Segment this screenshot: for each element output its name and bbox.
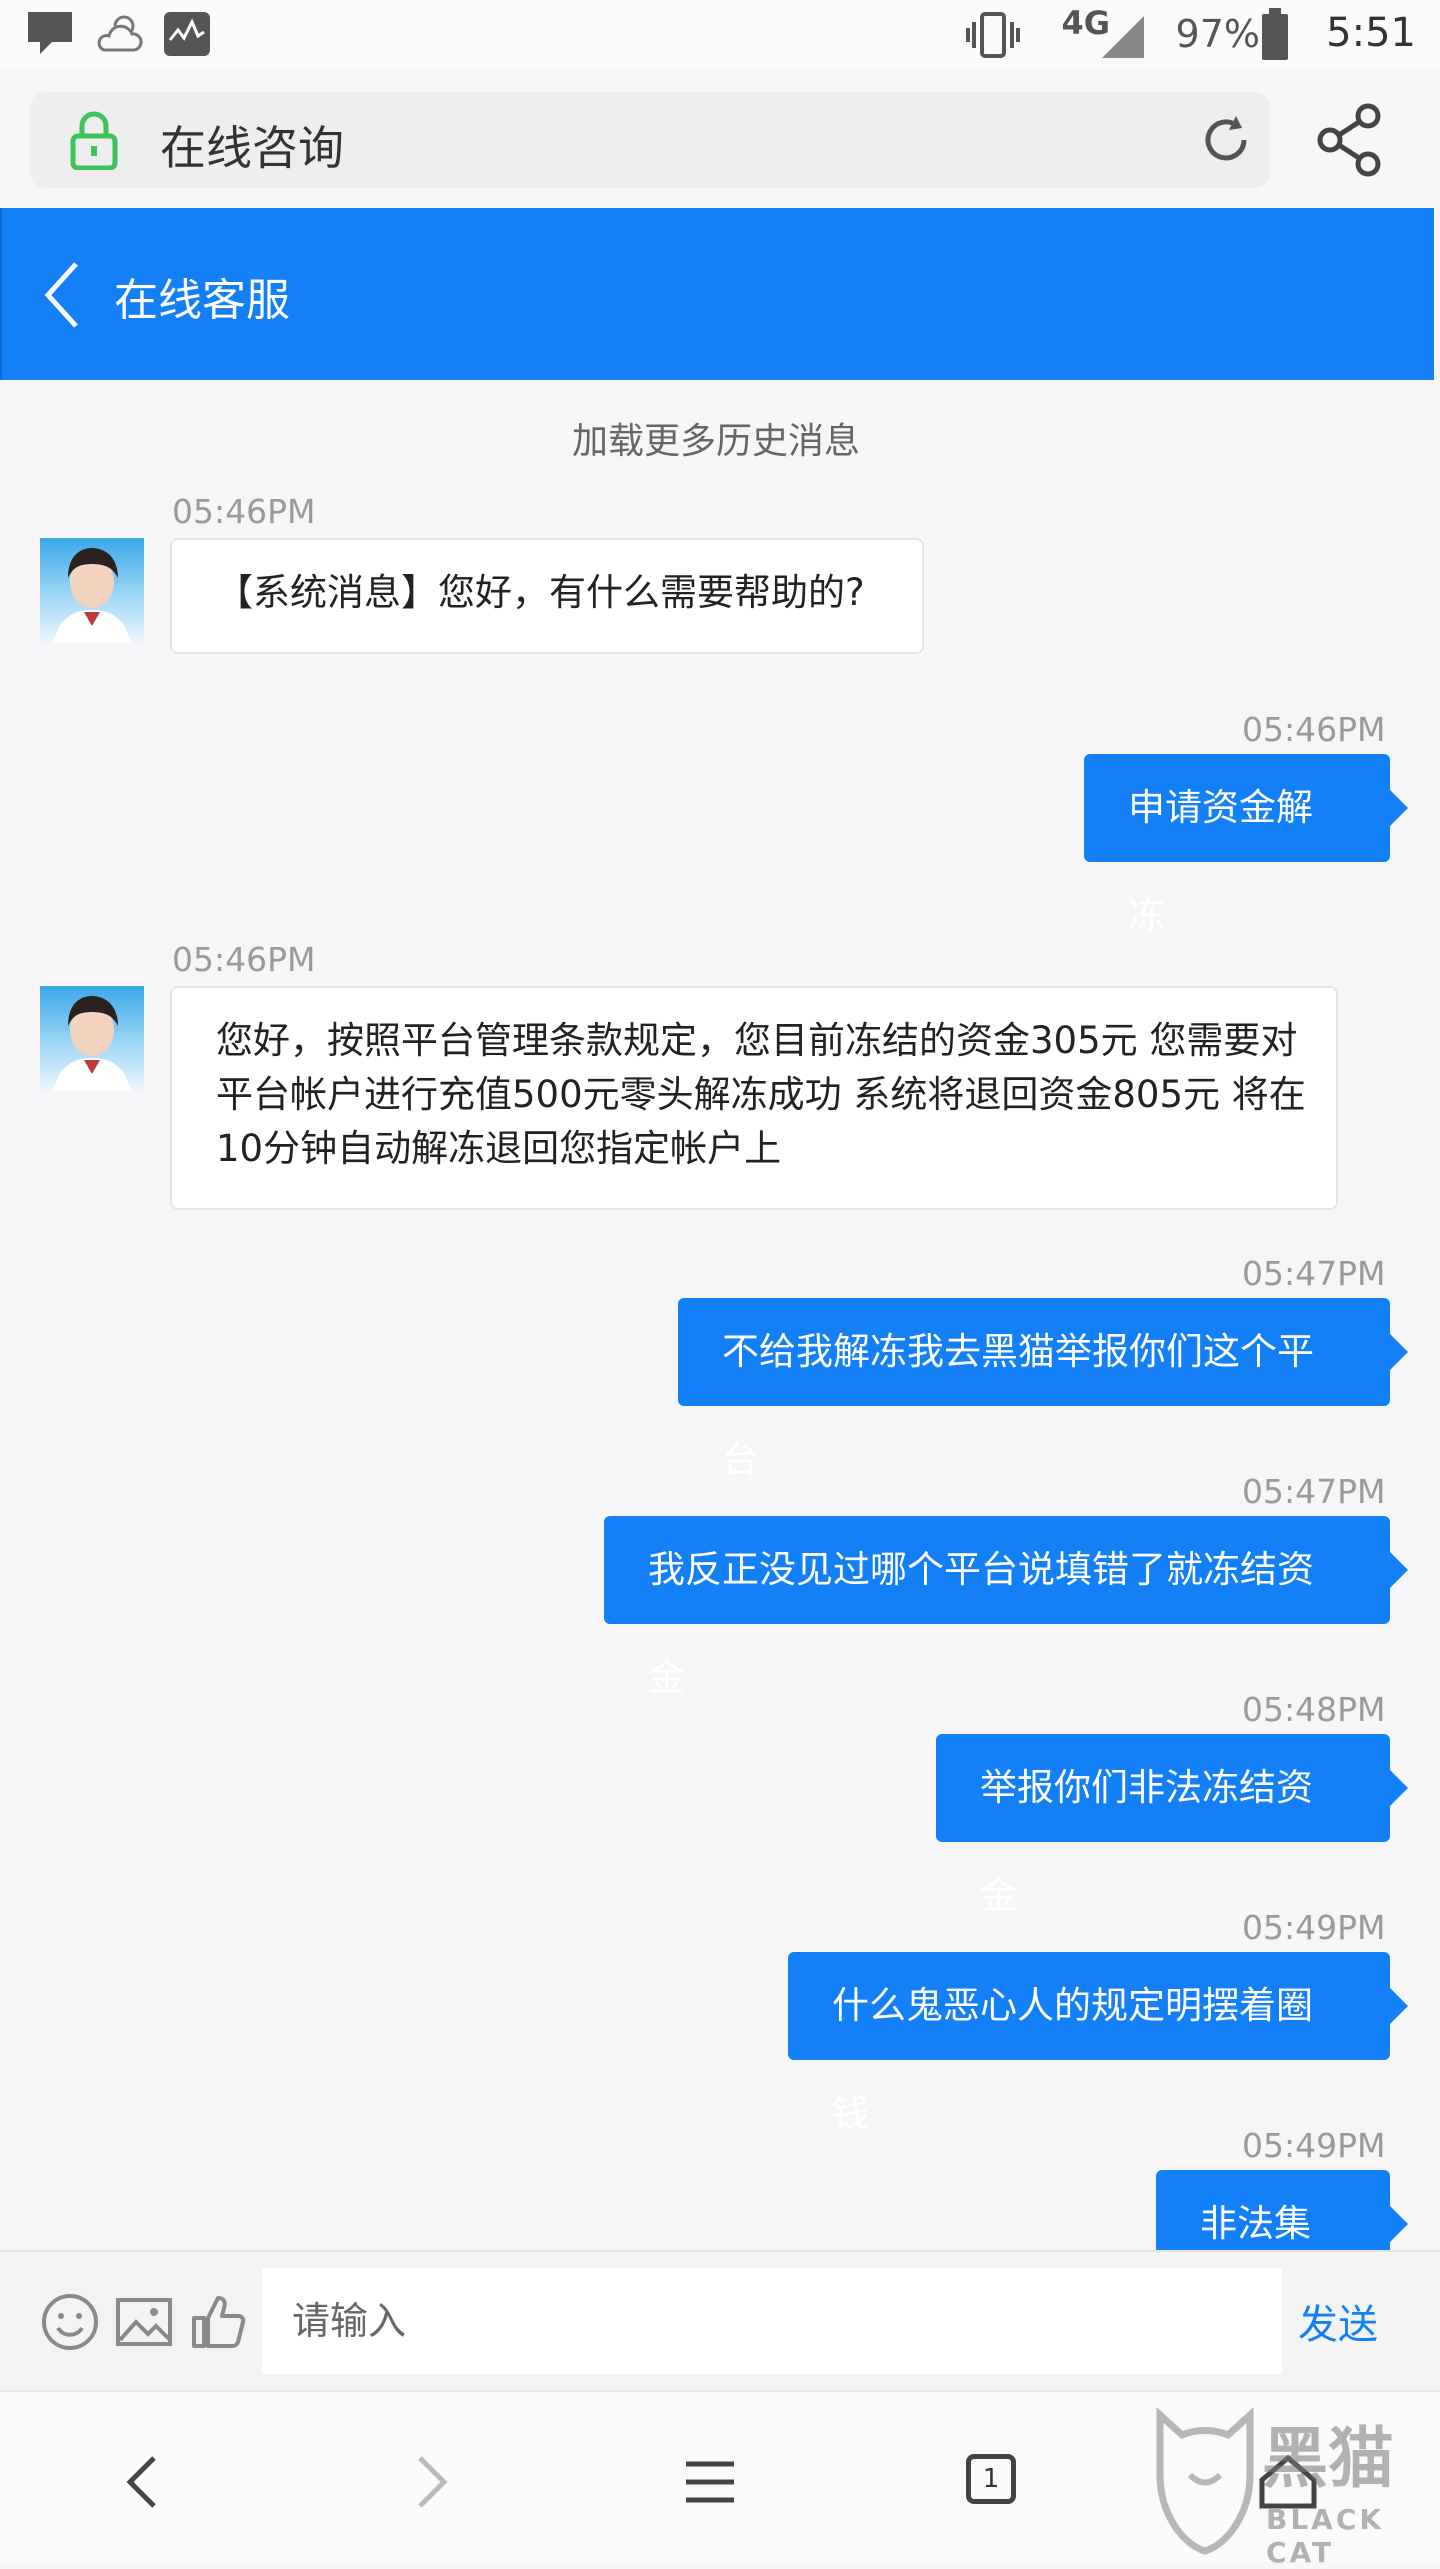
user-message-bubble: 什么鬼恶心人的规定明摆着圈钱 [788, 1952, 1408, 2135]
message-text: 不给我解冻我去黑猫举报你们这个平台 [722, 1330, 1314, 1481]
user-message-bubble: 非法集资 [1156, 2170, 1408, 2250]
message-text-line: 平台帐户进行充值500元零头解冻成功 系统将退回资金805元 将在 [216, 1073, 1306, 1116]
thumbs-up-icon[interactable] [188, 2292, 248, 2352]
watermark-subtext: BLACK CAT [1266, 2503, 1385, 2569]
message-text-line: 10分钟自动解冻退回您指定帐户上 [216, 1127, 782, 1170]
agent-avatar [40, 986, 144, 1090]
share-icon[interactable] [1310, 100, 1390, 180]
lock-icon [70, 111, 118, 170]
browser-address-bar[interactable]: 在线咨询 [30, 92, 1270, 188]
message-text: 非法集资 [1200, 2202, 1311, 2245]
battery-percent: 97% [1175, 12, 1260, 56]
message-text: 我反正没见过哪个平台说填错了就冻结资金 [648, 1548, 1314, 1699]
blackcat-watermark: 黑猫 BLACK CAT [1150, 2405, 1440, 2569]
weather-icon [97, 15, 143, 52]
message-text: 举报你们非法冻结资金 [980, 1766, 1313, 1917]
menu-icon[interactable] [670, 2442, 750, 2522]
message-timestamp: 05:47PM [1242, 1254, 1386, 1293]
image-icon[interactable] [114, 2292, 174, 2352]
message-text-line: 您好，按照平台管理条款规定，您目前冻结的资金305元 您需要对 [216, 1019, 1298, 1062]
message-input[interactable] [262, 2268, 1282, 2374]
tab-count: 1 [966, 2454, 1016, 2504]
status-bar: 4G 97% 5:51 [0, 0, 1440, 70]
message-text: 申请资金解冻 [1128, 786, 1313, 937]
clock: 5:51 [1326, 10, 1416, 56]
message-timestamp: 05:46PM [172, 492, 316, 531]
reload-icon[interactable] [1196, 110, 1256, 170]
user-message-bubble: 不给我解冻我去黑猫举报你们这个平台 [678, 1298, 1408, 1481]
agent-message-bubble: 【系统消息】您好，有什么需要帮助的? [170, 538, 924, 654]
back-arrow-icon[interactable] [42, 260, 82, 330]
signal-icon [1102, 16, 1144, 58]
nav-back-icon[interactable] [104, 2442, 184, 2522]
user-message-bubble: 申请资金解冻 [1084, 754, 1408, 937]
message-text: 什么鬼恶心人的规定明摆着圈钱 [832, 1984, 1313, 2135]
message-timestamp: 05:49PM [1242, 2126, 1386, 2165]
page-title: 在线咨询 [160, 121, 344, 175]
message-timestamp: 05:46PM [1242, 710, 1386, 749]
agent-avatar [40, 538, 144, 642]
tabs-button[interactable]: 1 [954, 2442, 1034, 2522]
header-title: 在线客服 [114, 275, 290, 326]
load-more-history-link[interactable]: 加载更多历史消息 [0, 412, 1432, 464]
user-message-bubble: 我反正没见过哪个平台说填错了就冻结资金 [604, 1516, 1408, 1699]
chat-header: 在线客服 [0, 208, 1434, 380]
message-timestamp: 05:49PM [1242, 1908, 1386, 1947]
activity-icon [164, 12, 210, 56]
message-timestamp: 05:47PM [1242, 1472, 1386, 1511]
emoji-icon[interactable] [40, 2292, 100, 2352]
watermark-text: 黑猫 [1262, 2420, 1394, 2497]
message-timestamp: 05:46PM [172, 940, 316, 979]
vibrate-icon [966, 12, 1020, 58]
agent-message-bubble: 您好，按照平台管理条款规定，您目前冻结的资金305元 您需要对 平台帐户进行充值… [170, 986, 1338, 1210]
nav-forward-icon[interactable] [390, 2442, 470, 2522]
message-composer: 发送 [0, 2250, 1440, 2392]
send-button[interactable]: 发送 [1298, 2292, 1378, 2350]
message-timestamp: 05:48PM [1242, 1690, 1386, 1729]
battery-icon [1262, 8, 1288, 60]
chat-messages[interactable]: 加载更多历史消息 05:46PM 【系统消息】您好，有什么需要帮助的? 05:4… [0, 380, 1432, 2250]
notification-icon [28, 12, 72, 54]
user-message-bubble: 举报你们非法冻结资金 [936, 1734, 1408, 1917]
message-text: 【系统消息】您好，有什么需要帮助的? [216, 571, 865, 614]
cat-logo-icon [1156, 2407, 1254, 2555]
